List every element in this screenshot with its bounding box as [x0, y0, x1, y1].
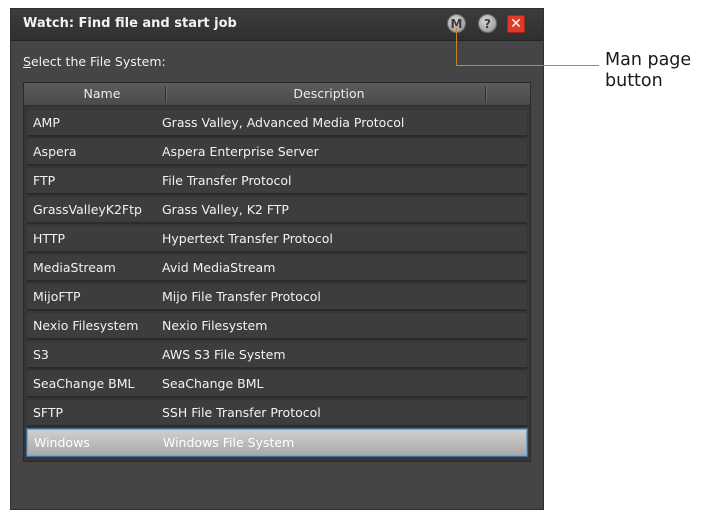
cell-description: Grass Valley, Advanced Media Protocol: [162, 115, 405, 130]
cell-name: FTP: [33, 173, 56, 188]
table-row[interactable]: HTTP Hypertext Transfer Protocol: [27, 226, 527, 253]
cell-name: SFTP: [33, 405, 64, 420]
cell-name: HTTP: [33, 231, 65, 246]
table-row[interactable]: Nexio Filesystem Nexio Filesystem: [27, 313, 527, 340]
table-header: Name Description: [24, 83, 530, 106]
cell-description: SeaChange BML: [162, 376, 264, 391]
table-row[interactable]: SeaChange BML SeaChange BML: [27, 371, 527, 398]
cell-name: Windows: [34, 435, 90, 450]
cell-description: Mijo File Transfer Protocol: [162, 289, 321, 304]
cell-name: Nexio Filesystem: [33, 318, 139, 333]
table-row[interactable]: SFTP SSH File Transfer Protocol: [27, 400, 527, 427]
cell-name: SeaChange BML: [33, 376, 135, 391]
cell-description: Grass Valley, K2 FTP: [162, 202, 289, 217]
table-row[interactable]: S3 AWS S3 File System: [27, 342, 527, 369]
select-label-text: elect the File System:: [30, 54, 166, 69]
callout-label-line: Man page: [605, 50, 692, 70]
table-row[interactable]: MijoFTP Mijo File Transfer Protocol: [27, 284, 527, 311]
cell-description: Windows File System: [163, 435, 295, 450]
table-row[interactable]: Aspera Aspera Enterprise Server: [27, 139, 527, 166]
cell-description: SSH File Transfer Protocol: [162, 405, 321, 420]
cell-name: Aspera: [33, 144, 77, 159]
column-divider[interactable]: [485, 86, 487, 102]
select-file-system-label: Select the File System:: [23, 54, 166, 69]
table-row[interactable]: AMP Grass Valley, Advanced Media Protocol: [27, 110, 527, 137]
select-label-mnemonic: S: [23, 54, 31, 69]
title-bar[interactable]: Watch: Find file and start job M ? ✕: [11, 9, 543, 41]
cell-description: File Transfer Protocol: [162, 173, 292, 188]
cell-description: AWS S3 File System: [162, 347, 286, 362]
column-header-name[interactable]: Name: [62, 86, 142, 101]
file-system-table[interactable]: Name Description AMP Grass Valley, Advanc…: [23, 82, 531, 462]
cell-description: Hypertext Transfer Protocol: [162, 231, 333, 246]
cell-name: AMP: [33, 115, 60, 130]
watch-dialog: Watch: Find file and start job M ? ✕ Sel…: [10, 8, 544, 510]
cell-name: S3: [33, 347, 49, 362]
cell-description: Nexio Filesystem: [162, 318, 268, 333]
cell-description: Aspera Enterprise Server: [162, 144, 319, 159]
cell-name: MijoFTP: [33, 289, 81, 304]
callout-leader-line: [456, 65, 599, 66]
cell-name: GrassValleyK2Ftp: [33, 202, 142, 217]
table-row[interactable]: Windows Windows File System: [27, 429, 527, 456]
cell-description: Avid MediaStream: [162, 260, 276, 275]
table-row[interactable]: GrassValleyK2Ftp Grass Valley, K2 FTP: [27, 197, 527, 224]
callout-leader-line: [456, 28, 457, 66]
table-row[interactable]: FTP File Transfer Protocol: [27, 168, 527, 195]
column-header-description[interactable]: Description: [254, 86, 404, 101]
cell-name: MediaStream: [33, 260, 116, 275]
callout-label: Man page button: [605, 50, 705, 92]
window-title: Watch: Find file and start job: [23, 16, 237, 31]
table-row[interactable]: MediaStream Avid MediaStream: [27, 255, 527, 282]
close-button[interactable]: ✕: [507, 15, 525, 33]
column-divider[interactable]: [165, 86, 167, 102]
callout-label-line: button: [605, 71, 663, 91]
help-button[interactable]: ?: [478, 14, 497, 33]
